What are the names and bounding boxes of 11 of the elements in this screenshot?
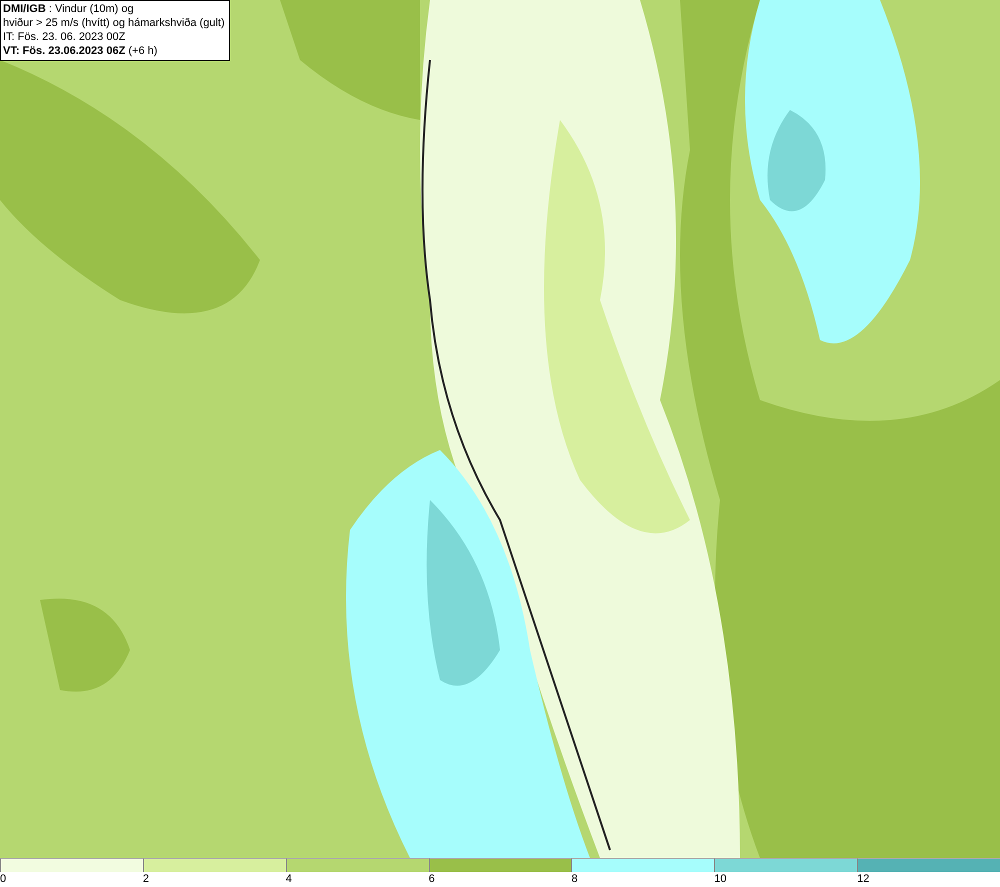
legend-label: 6 xyxy=(428,872,435,886)
legend-label: 2 xyxy=(142,872,149,886)
info-text: hviður > 25 m/s (hvítt) og hámarkshviða (gult) xyxy=(3,16,225,30)
info-text: IT: Fös. 23. 06. 2023 00Z xyxy=(3,30,126,44)
legend-label: 0 xyxy=(0,872,6,886)
info-text: VT: Fös. 23.06.2023 06Z (+6 h) xyxy=(3,44,158,58)
legend-label: 10 xyxy=(714,872,727,886)
legend-label: 4 xyxy=(286,872,292,886)
legend-label: 12 xyxy=(857,872,870,886)
legend-label: 8 xyxy=(571,872,578,886)
info-text: DMI/IGB : Vindur (10m) og xyxy=(3,2,135,16)
